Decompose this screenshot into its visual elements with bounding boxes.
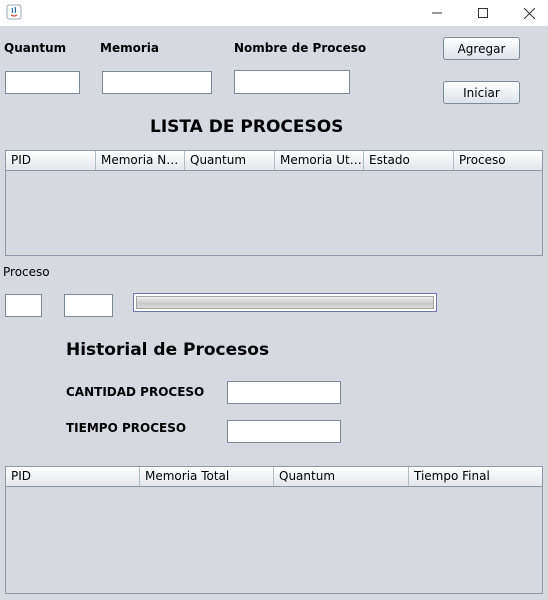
memoria-label: Memoria	[100, 41, 159, 55]
progress-track	[136, 296, 434, 309]
column-header-pid[interactable]: PID	[6, 467, 140, 486]
maximize-button[interactable]	[460, 0, 506, 26]
procesos-table[interactable]: PID Memoria Ne... Quantum Memoria Util..…	[5, 150, 543, 256]
column-header-memoria-necesaria[interactable]: Memoria Ne...	[96, 151, 185, 170]
proceso-field-1[interactable]	[5, 294, 42, 317]
nombre-proceso-input[interactable]	[234, 70, 350, 94]
quantum-label: Quantum	[4, 41, 67, 55]
cantidad-proceso-input[interactable]	[227, 381, 341, 404]
minimize-button[interactable]	[414, 0, 460, 26]
tiempo-proceso-input[interactable]	[227, 420, 341, 443]
column-header-pid[interactable]: PID	[6, 151, 96, 170]
column-header-memoria-utilizada[interactable]: Memoria Util...	[275, 151, 364, 170]
historial-table[interactable]: PID Memoria Total Quantum Tiempo Final	[5, 466, 543, 594]
agregar-button[interactable]: Agregar	[443, 37, 520, 60]
tiempo-proceso-label: TIEMPO PROCESO	[66, 421, 187, 435]
column-header-estado[interactable]: Estado	[364, 151, 454, 170]
cantidad-proceso-label: CANTIDAD PROCESO	[66, 385, 205, 399]
historial-procesos-title: Historial de Procesos	[66, 340, 270, 360]
minimize-icon	[432, 12, 442, 14]
nombre-proceso-label: Nombre de Proceso	[234, 41, 367, 55]
procesos-table-header: PID Memoria Ne... Quantum Memoria Util..…	[6, 151, 542, 171]
close-icon	[523, 7, 535, 19]
iniciar-button[interactable]: Iniciar	[443, 81, 520, 104]
proceso-label: Proceso	[3, 265, 50, 279]
historial-table-header: PID Memoria Total Quantum Tiempo Final	[6, 467, 542, 487]
lista-procesos-title: LISTA DE PROCESOS	[150, 117, 344, 137]
process-progress-bar	[133, 293, 437, 312]
column-header-tiempo-final[interactable]: Tiempo Final	[409, 467, 542, 486]
close-button[interactable]	[506, 0, 548, 26]
java-icon	[6, 4, 22, 20]
memoria-input[interactable]	[102, 71, 212, 94]
column-header-quantum[interactable]: Quantum	[274, 467, 409, 486]
proceso-field-2[interactable]	[64, 294, 113, 317]
maximize-icon	[478, 8, 488, 18]
column-header-memoria-total[interactable]: Memoria Total	[140, 467, 274, 486]
column-header-proceso[interactable]: Proceso	[454, 151, 542, 170]
column-header-quantum[interactable]: Quantum	[185, 151, 275, 170]
title-bar	[0, 0, 548, 26]
quantum-input[interactable]	[5, 71, 80, 94]
